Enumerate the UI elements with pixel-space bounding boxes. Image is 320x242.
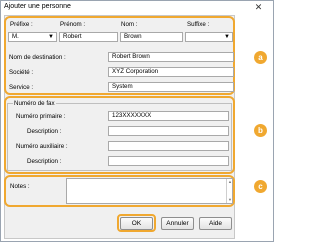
fax-secondary-field[interactable] — [108, 141, 229, 151]
display-name-label: Nom de destination : — [9, 54, 66, 61]
notes-label: Notes : — [10, 183, 30, 190]
fax-primary-label: Numéro primaire : — [16, 113, 66, 120]
fax-primary-field[interactable]: 123XXXXXXX — [108, 111, 229, 121]
cancel-button[interactable]: Annuler — [161, 217, 194, 230]
scroll-up-icon[interactable]: ▲ — [227, 179, 233, 184]
notes-textarea[interactable] — [66, 178, 233, 204]
prefix-label: Préfixe : — [10, 21, 33, 28]
close-icon[interactable]: ✕ — [251, 2, 266, 13]
last-name-field[interactable]: Brown — [120, 32, 183, 42]
dialog-title: Ajouter une personne — [4, 3, 71, 10]
callout-a: a — [254, 51, 267, 64]
scroll-down-icon[interactable]: ▼ — [227, 197, 233, 202]
callout-c: c — [254, 180, 267, 193]
suffix-combo[interactable]: ▼ — [185, 32, 233, 42]
department-field[interactable]: System — [108, 82, 234, 92]
chevron-down-icon[interactable]: ▼ — [48, 33, 54, 41]
company-label: Société : — [9, 69, 34, 76]
ok-button[interactable]: OK — [120, 217, 153, 230]
fax-heading: Numéro de fax — [13, 100, 56, 107]
callout-b: b — [254, 124, 267, 137]
chevron-down-icon[interactable]: ▼ — [224, 33, 230, 41]
last-name-label: Nom : — [121, 21, 138, 28]
department-label: Service : — [9, 84, 34, 91]
notes-scrollbar[interactable]: ▲ ▼ — [226, 179, 232, 203]
prefix-value: M. — [12, 33, 19, 40]
prefix-combo[interactable]: M. ▼ — [8, 32, 57, 42]
fax-secondary-description-field[interactable] — [108, 156, 229, 166]
fax-secondary-label: Numéro auxiliaire : — [16, 143, 68, 150]
first-name-field[interactable]: Robert — [59, 32, 118, 42]
fax-primary-description-label: Description : — [27, 128, 62, 135]
fax-secondary-description-label: Description : — [27, 158, 62, 165]
fax-primary-description-field[interactable] — [108, 126, 229, 136]
display-name-field[interactable]: Robert Brown — [108, 52, 234, 62]
suffix-label: Suffixe : — [187, 21, 210, 28]
help-button[interactable]: Aide — [199, 217, 232, 230]
company-field[interactable]: XYZ Corporation — [108, 67, 234, 77]
first-name-label: Prénom : — [60, 21, 86, 28]
